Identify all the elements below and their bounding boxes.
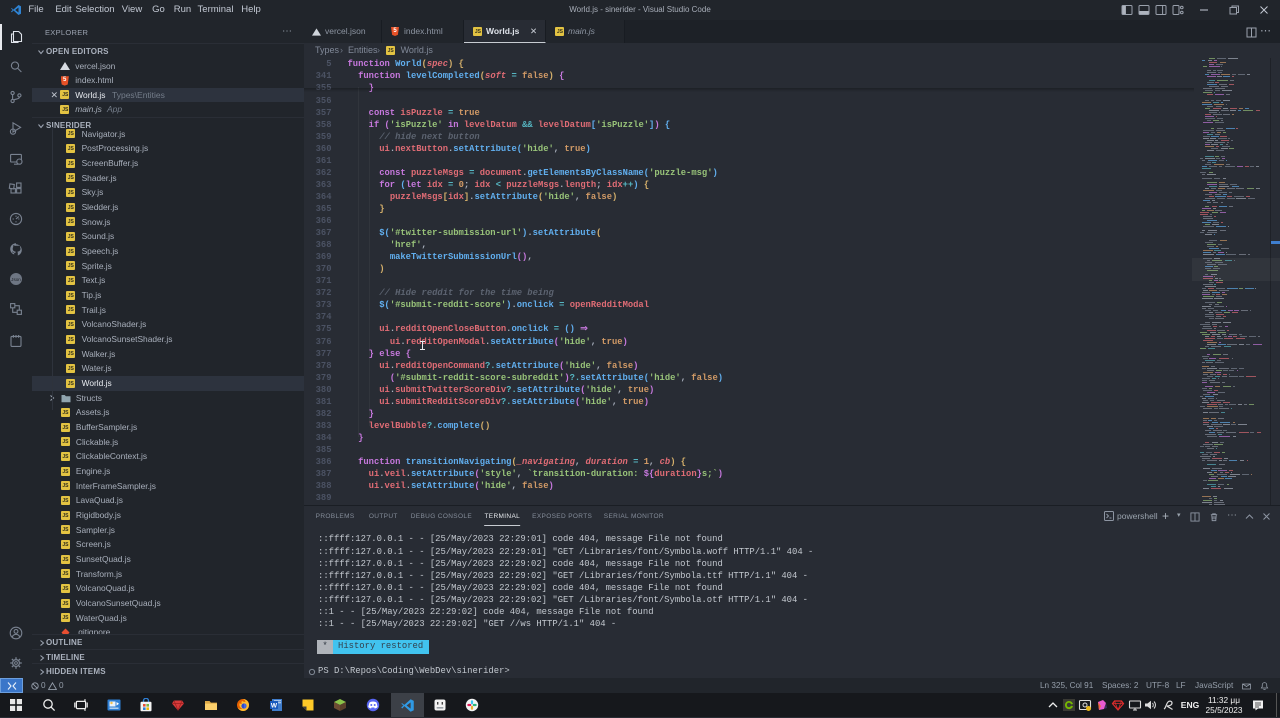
svg-text:Json: Json: [11, 277, 21, 282]
svg-text:W: W: [271, 703, 278, 710]
